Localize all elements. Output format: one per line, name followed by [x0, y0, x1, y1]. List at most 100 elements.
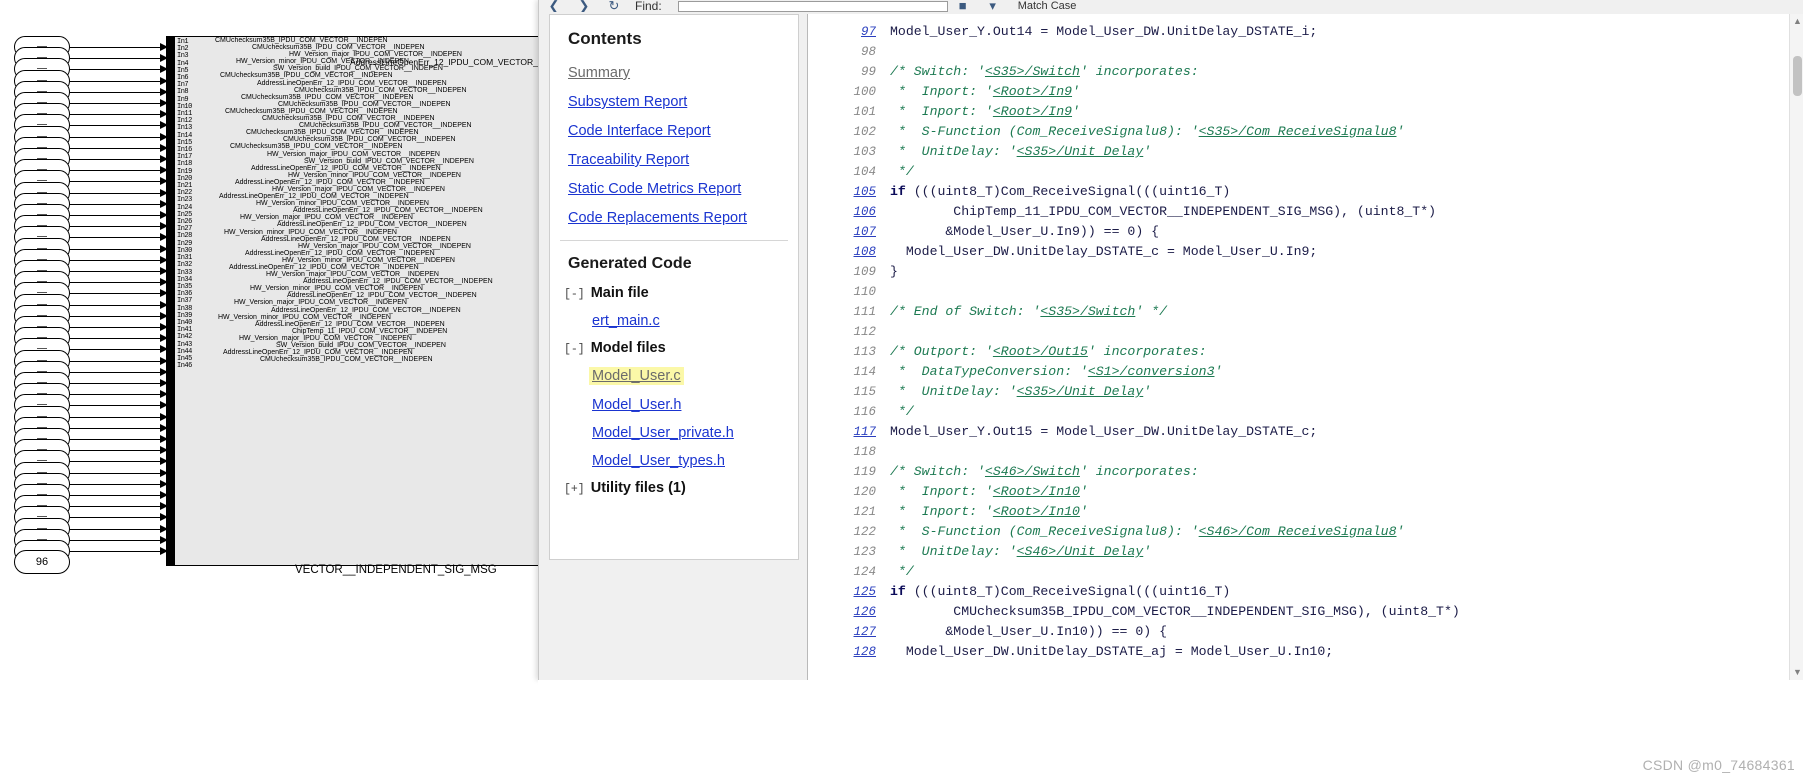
line-number[interactable]: 128 — [808, 642, 890, 662]
code-viewer-pane[interactable]: 97 Model_User_Y.Out14 = Model_User_DW.Uni… — [807, 14, 1803, 680]
line-number[interactable]: 106 — [808, 202, 890, 222]
code-block-link[interactable]: <Root>/In9 — [993, 104, 1072, 119]
code-text: Model_User_Y.Out14 = Model_User_DW.UnitD… — [890, 24, 1318, 39]
signal-wire — [70, 58, 166, 60]
forward-arrow-icon[interactable]: ❯ — [576, 0, 592, 12]
code-text: * UnitDelay: ' — [890, 144, 1017, 159]
collapse-toggle-icon[interactable]: [-] — [564, 288, 585, 301]
file-link-model-user-c[interactable]: Model_User.c — [589, 367, 684, 385]
signal-wire — [70, 472, 166, 474]
signal-wire — [70, 338, 166, 340]
simulink-block-diagram[interactable]: In1 In2 In3 In4 In5 In6 In7 In8 In9 In10 In11 In12 I… — [14, 36, 614, 566]
window-bottom-strip — [538, 680, 1803, 777]
code-line: 114 * DataTypeConversion: '<S1>/conversi… — [808, 362, 1803, 382]
nav-link-code-replacements-report[interactable]: Code Replacements Report — [550, 210, 798, 226]
signal-wire — [70, 136, 166, 138]
tree-group-utility-files-1-[interactable]: [+] Utility files (1) — [550, 480, 798, 496]
code-block-link[interactable]: <S46>/Unit Delay — [1017, 544, 1144, 559]
signal-wire — [70, 483, 166, 485]
code-block-link[interactable]: <S35>/Switch — [985, 64, 1080, 79]
code-block-link[interactable]: <S46>/Com_ReceiveSignalu8 — [1199, 524, 1397, 539]
chevron-down-icon[interactable]: ▾ — [985, 0, 1001, 12]
code-text: ' — [1396, 524, 1405, 539]
file-link-model-user-types-h[interactable]: Model_User_types.h — [592, 453, 725, 469]
code-line-text: * Inport: '<Root>/In10' — [890, 482, 1088, 502]
code-text: ' — [1079, 484, 1088, 499]
code-text: } — [890, 264, 898, 279]
match-case-checkbox-label[interactable]: Match Case — [1018, 0, 1077, 12]
refresh-icon[interactable]: ↻ — [606, 0, 622, 12]
bus-creator-bar[interactable] — [166, 36, 174, 566]
tree-group-main-file[interactable]: [-] Main file — [550, 285, 798, 301]
line-number[interactable]: 107 — [808, 222, 890, 242]
csdn-watermark: CSDN @m0_74684361 — [1642, 757, 1795, 773]
code-text: * UnitDelay: ' — [890, 544, 1017, 559]
code-text: ' — [1079, 504, 1088, 519]
line-number[interactable]: 105 — [808, 182, 890, 202]
code-text: ' — [1143, 144, 1152, 159]
code-block-link[interactable]: <S35>/Switch — [1040, 304, 1135, 319]
code-block-link[interactable]: <Root>/In10 — [993, 504, 1080, 519]
code-block-link[interactable]: <Root>/Out15 — [993, 344, 1088, 359]
search-input[interactable] — [677, 0, 948, 12]
signal-wire — [70, 394, 166, 396]
line-number: 112 — [853, 325, 876, 339]
inport-block-stack[interactable] — [14, 36, 74, 566]
code-block-link[interactable]: <S1>/conversion3 — [1088, 364, 1215, 379]
line-number[interactable]: 108 — [808, 242, 890, 262]
line-number: 118 — [853, 445, 876, 459]
code-text: * DataTypeConversion: ' — [890, 364, 1088, 379]
sidebar-divider — [560, 240, 788, 241]
back-arrow-icon[interactable]: ❮ — [546, 0, 562, 12]
code-scrollbar-thumb[interactable] — [1793, 56, 1802, 96]
nav-link-static-code-metrics-report[interactable]: Static Code Metrics Report — [550, 181, 798, 197]
file-link-model-user-h[interactable]: Model_User.h — [592, 397, 681, 413]
code-text: /* Outport: ' — [890, 344, 993, 359]
tree-group-model-files[interactable]: [-] Model files — [550, 340, 798, 356]
signal-wire — [70, 304, 166, 306]
code-generation-report-window[interactable]: ❮ ❯ ↻ Find: ■ ▾ Match Case Contents Summ… — [538, 0, 1803, 680]
code-block-link[interactable]: <Root>/In9 — [993, 84, 1072, 99]
code-line-text: Model_User_Y.Out14 = Model_User_DW.UnitD… — [890, 22, 1317, 42]
line-number[interactable]: 127 — [808, 622, 890, 642]
file-link-ert-main-c[interactable]: ert_main.c — [592, 313, 660, 329]
code-block-link[interactable]: <S35>/Com_ReceiveSignalu8 — [1199, 124, 1397, 139]
simulink-diagram-canvas[interactable]: In1 In2 In3 In4 In5 In6 In7 In8 In9 In10 In11 In12 I… — [0, 0, 620, 777]
line-number[interactable]: 125 — [808, 582, 890, 602]
code-text: ' — [1072, 104, 1080, 119]
code-line: 125 if (((uint8_T)Com_ReceiveSignal(((uin… — [808, 582, 1803, 602]
line-number: 120 — [853, 485, 876, 499]
code-text: * Inport: ' — [890, 104, 993, 119]
file-link-model-user-private-h[interactable]: Model_User_private.h — [592, 425, 734, 441]
line-number: 121 — [853, 505, 876, 519]
zoom-level-badge[interactable]: 96 — [14, 550, 70, 574]
code-block-link[interactable]: <S35>/Unit Delay — [1017, 144, 1144, 159]
expand-toggle-icon[interactable]: [+] — [564, 483, 585, 496]
code-scrollbar[interactable]: ▲ ▼ — [1789, 14, 1803, 680]
scroll-down-arrow-icon[interactable]: ▼ — [1792, 667, 1803, 678]
signal-wire — [70, 416, 166, 418]
line-number[interactable]: 126 — [808, 602, 890, 622]
code-text: ' — [1143, 384, 1152, 399]
scroll-up-arrow-icon[interactable]: ▲ — [1792, 16, 1803, 27]
nav-link-traceability-report[interactable]: Traceability Report — [550, 152, 798, 168]
collapse-toggle-icon[interactable]: [-] — [564, 343, 585, 356]
line-number[interactable]: 117 — [808, 422, 890, 442]
port-number-column: In1 In2 In3 In4 In5 In6 In7 In8 In9 In10 In11 In12 I… — [177, 38, 192, 371]
code-block-link[interactable]: <S46>/Switch — [985, 464, 1080, 479]
code-line-text: * UnitDelay: '<S35>/Unit Delay' — [890, 382, 1151, 402]
signal-wire — [70, 91, 166, 93]
nav-link-code-interface-report[interactable]: Code Interface Report — [550, 123, 798, 139]
line-number: 123 — [853, 545, 876, 559]
line-number: 104 — [853, 165, 876, 179]
highlight-icon[interactable]: ■ — [955, 0, 971, 12]
code-text: * Inport: ' — [890, 84, 993, 99]
code-block-link[interactable]: <Root>/In10 — [993, 484, 1080, 499]
nav-link-subsystem-report[interactable]: Subsystem Report — [550, 94, 798, 110]
line-number[interactable]: 97 — [808, 22, 890, 42]
code-line-text: * DataTypeConversion: '<S1>/conversion3' — [890, 362, 1223, 382]
code-block-link[interactable]: <S35>/Unit Delay — [1017, 384, 1144, 399]
nav-link-summary[interactable]: Summary — [550, 65, 798, 81]
signal-wire — [70, 114, 166, 116]
code-text: ' — [1214, 364, 1223, 379]
